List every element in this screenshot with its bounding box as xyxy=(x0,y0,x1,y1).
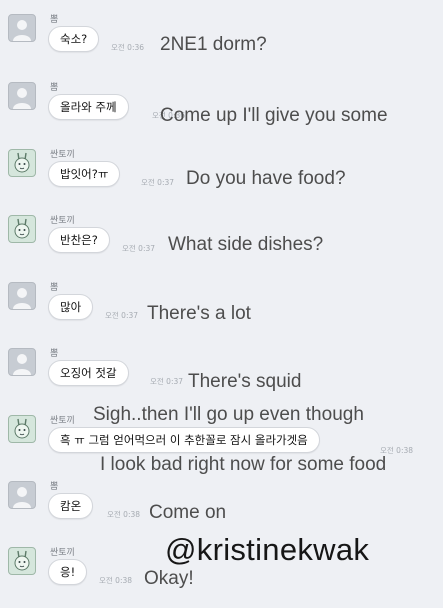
message-row: 뽐 캄온 오전 0:38 Come on xyxy=(0,469,443,535)
translation-caption: What side dishes? xyxy=(168,234,324,255)
translation-caption: Come on xyxy=(149,502,227,523)
bunny-character-icon[interactable] xyxy=(8,149,36,177)
translation-caption: There's squid xyxy=(188,371,302,392)
person-silhouette-icon[interactable] xyxy=(8,14,36,42)
message-bubble[interactable]: 많아 xyxy=(48,294,94,320)
translation-caption: Do you have food? xyxy=(186,168,346,189)
watermark-credit: @kristinekwak xyxy=(165,532,370,567)
person-silhouette-icon[interactable] xyxy=(8,481,36,509)
message-time: 오전 0:37 xyxy=(122,244,156,253)
sender-name: 싼토끼 xyxy=(50,548,75,558)
message-bubble[interactable]: 캄온 xyxy=(48,493,94,519)
message-bubble[interactable]: 올라와 주께 xyxy=(48,94,129,120)
translation-caption: Come up I'll give you some xyxy=(160,105,388,126)
translation-caption: Okay! xyxy=(144,568,194,589)
message-time: 오전 0:36 xyxy=(111,43,145,52)
sender-name: 뽐 xyxy=(50,15,59,25)
message-bubble[interactable]: 흑 ㅠ 그럼 얻어먹으러 이 추한꼴로 잠시 올라가겟음 xyxy=(48,427,320,453)
translation-caption-line-1: Sigh..then I'll go up even though xyxy=(93,404,364,425)
message-time: 오전 0:38 xyxy=(107,510,141,519)
message-bubble[interactable]: 오징어 젓갈 xyxy=(48,360,129,386)
message-row: 싼토끼 반찬은? 오전 0:37 What side dishes? xyxy=(0,203,443,269)
sender-name: 싼토끼 xyxy=(50,416,75,426)
message-bubble[interactable]: 밥잇어?ㅠ xyxy=(48,161,121,187)
sender-name: 싼토끼 xyxy=(50,216,75,226)
message-row: 싼토끼 Sigh..then I'll go up even though 흑 … xyxy=(0,403,443,475)
message-time: 오전 0:37 xyxy=(141,178,175,187)
message-bubble[interactable]: 응! xyxy=(48,559,88,585)
person-silhouette-icon[interactable] xyxy=(8,282,36,310)
person-silhouette-icon[interactable] xyxy=(8,348,36,376)
person-silhouette-icon[interactable] xyxy=(8,82,36,110)
sender-name: 싼토끼 xyxy=(50,150,75,160)
sender-name: 뽐 xyxy=(50,283,59,293)
bunny-character-icon[interactable] xyxy=(8,215,36,243)
bunny-character-icon[interactable] xyxy=(8,415,36,443)
chat-log[interactable]: 뽐 숙소? 오전 0:36 2NE1 dorm? 뽐 올라와 주께 오전 0:3… xyxy=(0,0,443,608)
message-row: 싼토끼 밥잇어?ㅠ 오전 0:37 Do you have food? xyxy=(0,137,443,203)
sender-name: 뽐 xyxy=(50,83,59,93)
message-time: 오전 0:37 xyxy=(105,311,139,320)
message-bubble[interactable]: 반찬은? xyxy=(48,227,110,253)
sender-name: 뽐 xyxy=(50,482,59,492)
message-row: 뽐 올라와 주께 오전 0:36 Come up I'll give you s… xyxy=(0,70,443,136)
sender-name: 뽐 xyxy=(50,349,59,359)
message-time: 오전 0:38 xyxy=(99,576,133,585)
message-row: 뽐 많아 오전 0:37 There's a lot xyxy=(0,270,443,336)
message-time: 오전 0:37 xyxy=(150,377,184,386)
message-bubble[interactable]: 숙소? xyxy=(48,26,100,52)
bunny-character-icon[interactable] xyxy=(8,547,36,575)
message-row: 뽐 오징어 젓갈 오전 0:37 There's squid xyxy=(0,336,443,402)
message-row: 뽐 숙소? 오전 0:36 2NE1 dorm? xyxy=(0,2,443,68)
translation-caption: 2NE1 dorm? xyxy=(160,34,267,55)
translation-caption: There's a lot xyxy=(147,303,251,324)
